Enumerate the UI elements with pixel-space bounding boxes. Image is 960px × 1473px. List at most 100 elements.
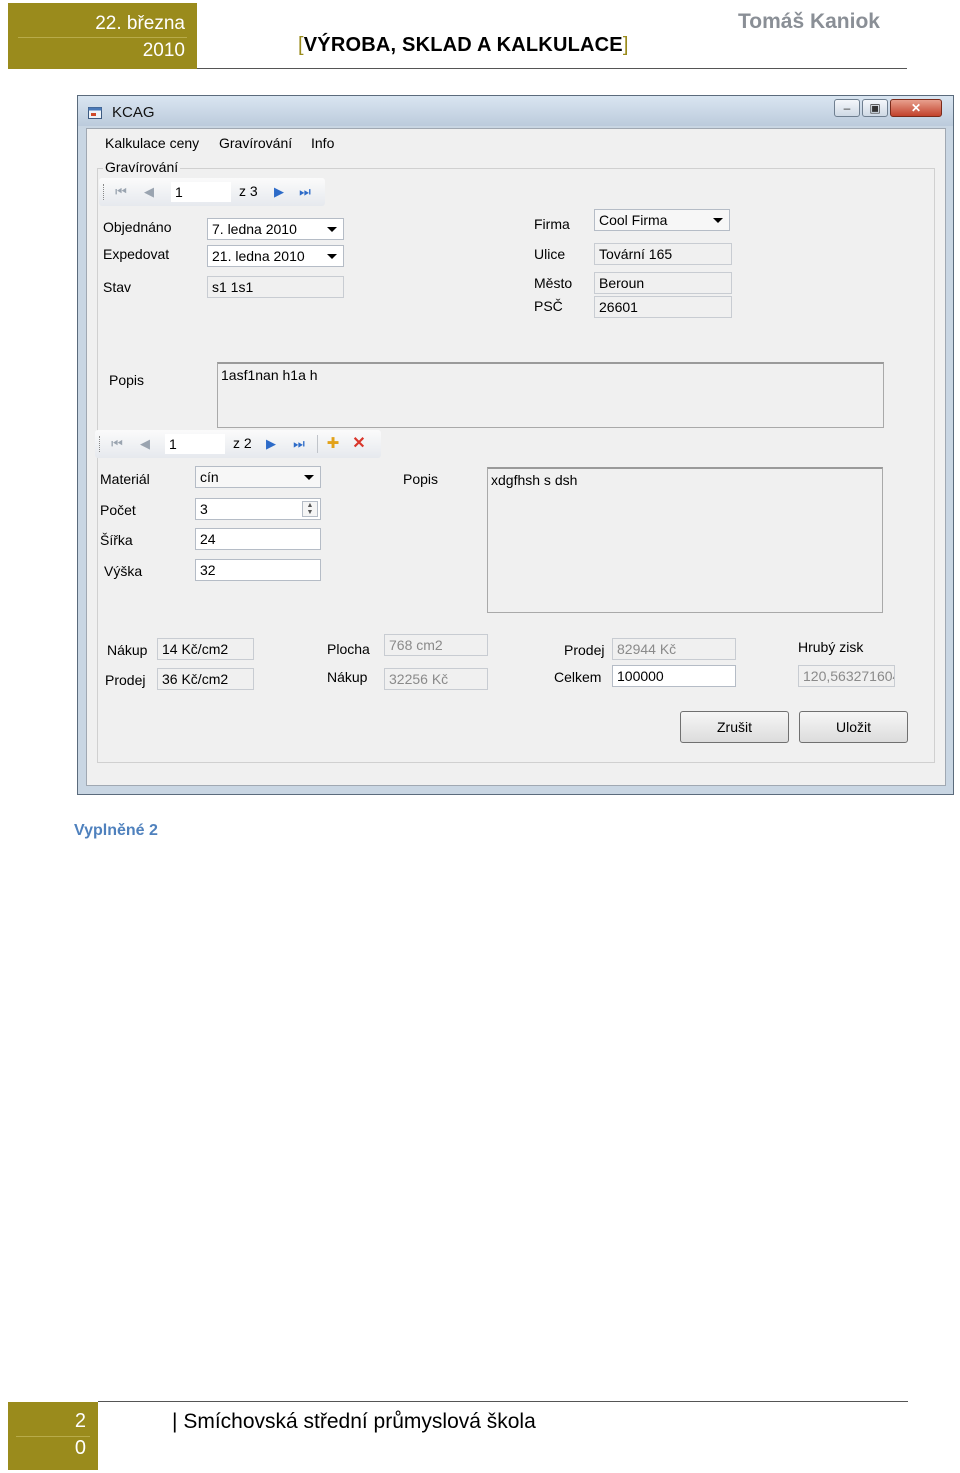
navigator-grip (103, 184, 106, 200)
chevron-down-icon (304, 475, 314, 480)
position-field[interactable]: 1 (165, 434, 225, 454)
buy-total-label: Nákup (327, 669, 368, 685)
move-previous-icon[interactable]: ◀ (137, 436, 153, 452)
sell-rate-field[interactable]: 36 Kč/cm2 (157, 668, 254, 690)
document-title: [VÝROBA, SKLAD A KALKULACE] (298, 34, 629, 57)
delete-icon[interactable]: ✕ (351, 436, 367, 452)
maximize-icon: ▣ (869, 101, 881, 115)
height-label: Výška (104, 563, 143, 579)
ordered-date-picker[interactable]: 7. ledna 2010 (207, 218, 344, 240)
page-number-box: 2 0 (8, 1402, 98, 1470)
title-text: VÝROBA, SKLAD A KALKULACE (303, 34, 623, 56)
item-navigator: ⏮ ◀ 1 z 2 ▶ ⏭ ✚ ✕ (95, 430, 381, 458)
page-number-digit2: 0 (74, 1437, 86, 1459)
header-date-box: 22. března 2010 (8, 3, 197, 69)
minimize-button[interactable]: – (834, 99, 860, 117)
chevron-down-icon (327, 227, 337, 232)
cancel-button[interactable]: Zrušit (680, 711, 789, 743)
width-field[interactable]: 24 (195, 528, 321, 550)
city-label: Město (534, 275, 573, 291)
page-number-digit1: 2 (74, 1410, 86, 1432)
item-description-label: Popis (403, 471, 439, 487)
area-field[interactable]: 768 cm2 (384, 634, 488, 656)
count-label: z 2 (233, 435, 252, 451)
move-previous-icon[interactable]: ◀ (141, 184, 157, 200)
header-date-line2: 2010 (142, 40, 185, 61)
order-description-field[interactable]: 1asf1nan h1a h (217, 362, 884, 428)
item-description-field[interactable]: xdgfhsh s dsh (487, 467, 883, 613)
group-title: Gravírování (103, 159, 181, 175)
count-stepper[interactable]: 3 ▲ ▼ (195, 498, 321, 520)
footer-separator: | (172, 1410, 178, 1433)
spinner-arrows-icon[interactable]: ▲ ▼ (302, 501, 318, 517)
position-field[interactable]: 1 (171, 182, 231, 202)
menu-kalkulace-ceny[interactable]: Kalkulace ceny (105, 135, 199, 151)
material-select[interactable]: cín (195, 466, 321, 488)
footer-rule (98, 1401, 908, 1402)
width-label: Šířka (100, 532, 133, 548)
buy-total-field[interactable]: 32256 Kč (384, 668, 488, 690)
add-icon[interactable]: ✚ (325, 436, 341, 452)
figure-caption: Vyplněné 2 (74, 822, 158, 839)
move-last-icon[interactable]: ⏭ (291, 436, 307, 452)
buy-rate-field[interactable]: 14 Kč/cm2 (157, 638, 254, 660)
menu-info[interactable]: Info (311, 135, 334, 151)
zip-field[interactable]: 26601 (594, 296, 732, 318)
order-navigator: ⏮ ◀ 1 z 3 ▶ ⏭ (99, 178, 325, 206)
header-date-line1: 22. března (95, 13, 185, 34)
zip-label: PSČ (534, 298, 563, 314)
window-client-area: Kalkulace ceny Gravírování Info Gravírov… (86, 128, 946, 786)
move-next-icon[interactable]: ▶ (271, 184, 287, 200)
profit-label: Hrubý zisk (798, 639, 864, 655)
sell-rate-label: Prodej (105, 672, 146, 688)
sell-total-field[interactable]: 82944 Kč (612, 638, 736, 660)
total-label: Celkem (554, 669, 602, 685)
state-field[interactable]: s1 1s1 (207, 276, 344, 298)
street-label: Ulice (534, 246, 566, 262)
height-field[interactable]: 32 (195, 559, 321, 581)
move-first-icon[interactable]: ⏮ (109, 436, 125, 452)
save-button[interactable]: Uložit (799, 711, 908, 743)
ordered-date-value: 7. ledna 2010 (212, 221, 297, 237)
app-window: KCAG – ▣ ✕ Kalkulace ceny Gravírování In… (77, 95, 954, 795)
move-first-icon[interactable]: ⏮ (113, 184, 129, 200)
title-bar: KCAG – ▣ ✕ (78, 96, 953, 126)
move-next-icon[interactable]: ▶ (263, 436, 279, 452)
firm-value: Cool Firma (599, 212, 668, 228)
sell-total-label: Prodej (564, 642, 605, 658)
order-description-label: Popis (109, 372, 145, 388)
close-button[interactable]: ✕ (890, 99, 942, 117)
footer-school-text: Smíchovská střední průmyslová škola (183, 1410, 536, 1433)
maximize-button[interactable]: ▣ (862, 99, 888, 117)
material-value: cín (200, 469, 219, 485)
total-field[interactable]: 100000 (612, 665, 736, 687)
ship-label: Expedovat (103, 246, 170, 262)
buy-rate-label: Nákup (107, 642, 148, 658)
firm-select[interactable]: Cool Firma (594, 209, 730, 231)
state-label: Stav (103, 279, 132, 295)
ship-date-picker[interactable]: 21. ledna 2010 (207, 245, 344, 267)
move-last-icon[interactable]: ⏭ (297, 184, 313, 200)
chevron-down-icon (713, 218, 723, 223)
street-field[interactable]: Tovární 165 (594, 243, 732, 265)
window-title: KCAG (112, 104, 155, 121)
menu-gravirovani[interactable]: Gravírování (219, 135, 292, 151)
chevron-down-icon (327, 254, 337, 259)
ship-date-value: 21. ledna 2010 (212, 248, 305, 264)
profit-field[interactable]: 120,563271604 (798, 665, 895, 687)
count-label: z 3 (239, 183, 258, 199)
count-field-label: Počet (100, 502, 136, 518)
material-label: Materiál (100, 471, 150, 487)
footer-school-name: | Smíchovská střední průmyslová škola (172, 1410, 536, 1434)
navigator-separator (317, 435, 318, 453)
city-field[interactable]: Beroun (594, 272, 732, 294)
navigator-grip (99, 436, 102, 452)
ordered-label: Objednáno (103, 219, 172, 235)
count-value: 3 (200, 501, 208, 517)
area-label: Plocha (327, 641, 370, 657)
header-rule (197, 68, 907, 69)
title-bracket-close: ] (622, 34, 629, 56)
close-icon: ✕ (910, 101, 922, 115)
minimize-icon: – (843, 101, 851, 115)
app-window-icon (88, 106, 102, 119)
